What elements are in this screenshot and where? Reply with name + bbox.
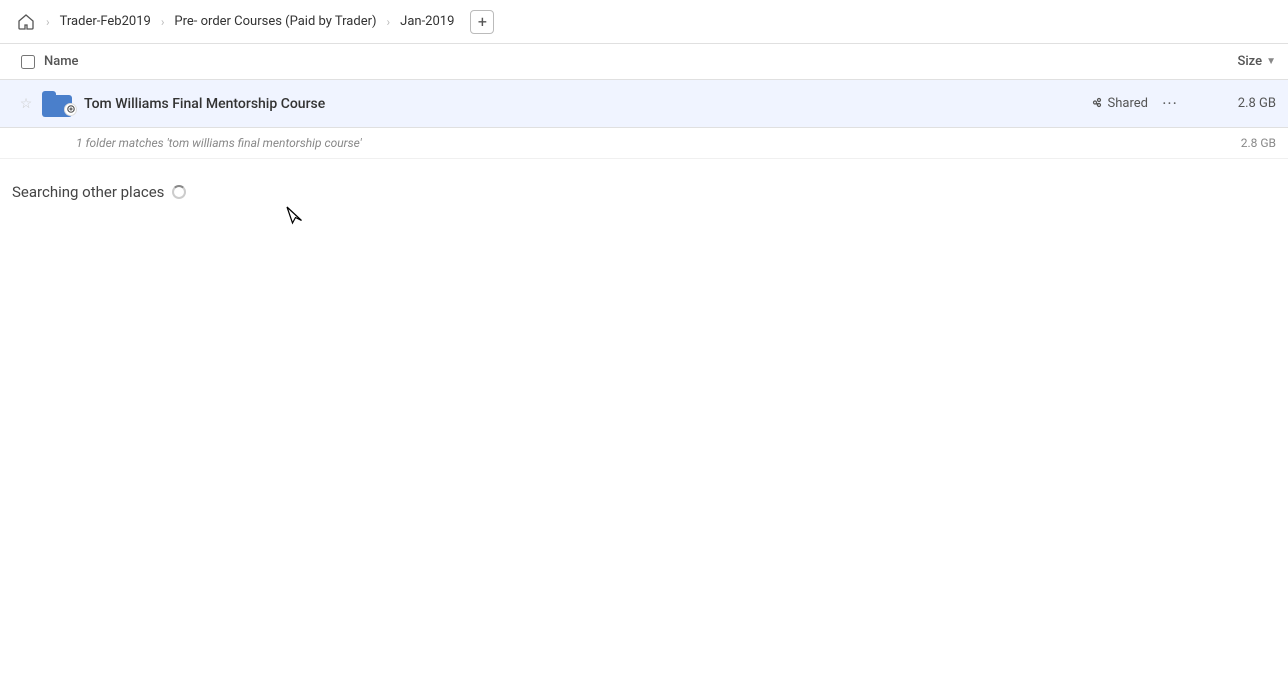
- size-column-header[interactable]: Size ▼: [1156, 54, 1276, 69]
- row-actions: Shared ···: [1090, 90, 1184, 118]
- folder-icon-wrapper: [40, 91, 76, 117]
- shared-label: Shared: [1108, 96, 1148, 111]
- star-button[interactable]: ☆: [12, 96, 40, 112]
- match-info-row: 1 folder matches 'tom williams final men…: [0, 128, 1288, 159]
- home-icon[interactable]: [12, 8, 40, 36]
- name-column-header: Name: [44, 54, 1156, 69]
- breadcrumb-item-preorder[interactable]: Pre- order Courses (Paid by Trader): [170, 12, 380, 31]
- match-text: 1 folder matches 'tom williams final men…: [76, 136, 1241, 150]
- separator-1: ›: [46, 15, 50, 29]
- loading-spinner: [172, 185, 186, 199]
- add-folder-button[interactable]: +: [470, 10, 494, 34]
- size-label: Size: [1238, 54, 1263, 69]
- sort-icon: ▼: [1266, 56, 1276, 67]
- separator-3: ›: [387, 15, 391, 29]
- breadcrumb-item-jan[interactable]: Jan-2019: [396, 12, 458, 31]
- more-dots-icon: ···: [1162, 94, 1178, 113]
- breadcrumb-bar: › Trader-Feb2019 › Pre- order Courses (P…: [0, 0, 1288, 44]
- select-all-checkbox-wrapper[interactable]: [12, 55, 44, 69]
- match-size: 2.8 GB: [1241, 136, 1276, 150]
- searching-section: Searching other places: [0, 159, 1288, 213]
- separator-2: ›: [161, 15, 165, 29]
- select-all-checkbox[interactable]: [21, 55, 35, 69]
- more-options-button[interactable]: ···: [1156, 90, 1184, 118]
- folder-share-icon: [64, 103, 77, 116]
- breadcrumb-item-trader[interactable]: Trader-Feb2019: [56, 12, 155, 31]
- folder-name[interactable]: Tom Williams Final Mentorship Course: [84, 96, 1090, 112]
- breadcrumb: › Trader-Feb2019 › Pre- order Courses (P…: [12, 8, 494, 36]
- file-size: 2.8 GB: [1196, 96, 1276, 111]
- shared-badge[interactable]: Shared: [1090, 96, 1148, 111]
- searching-label: Searching other places: [12, 183, 164, 201]
- file-row: ☆ Tom Williams Final Mentorship Course S…: [0, 80, 1288, 128]
- column-headers: Name Size ▼: [0, 44, 1288, 80]
- folder-icon: [42, 91, 74, 117]
